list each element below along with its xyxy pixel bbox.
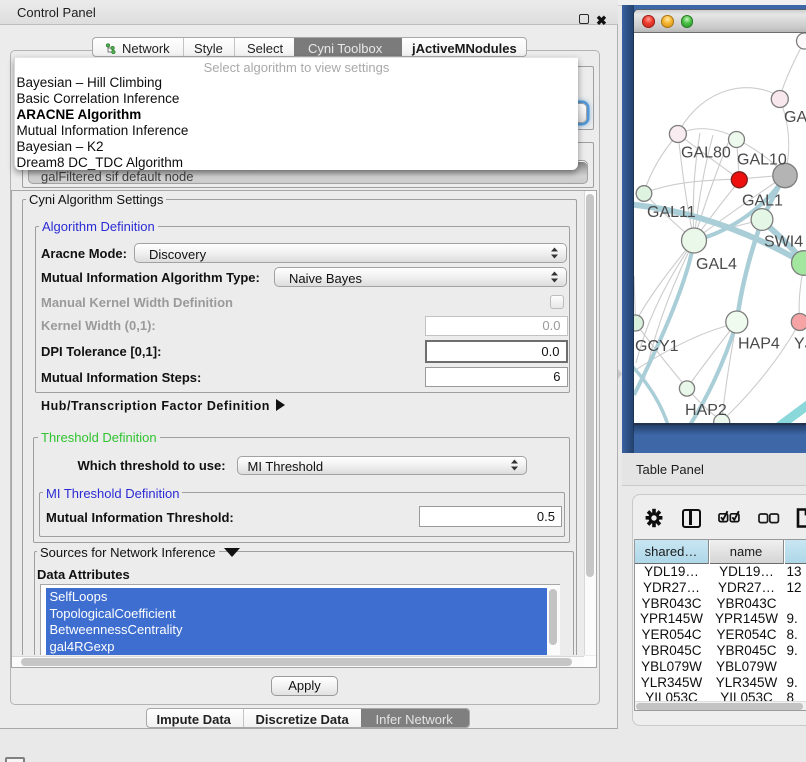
svg-text:GAL11: GAL11 (647, 204, 696, 221)
svg-text:GCY1: GCY1 (635, 338, 679, 355)
svg-text:HAP4: HAP4 (738, 335, 780, 352)
svg-text:YJL: YJL (794, 335, 806, 352)
svg-text:GAL10: GAL10 (737, 151, 787, 168)
svg-text:HAP2: HAP2 (685, 402, 727, 419)
svg-text:GAL7: GAL7 (784, 109, 806, 126)
svg-text:SWI4: SWI4 (764, 233, 803, 250)
svg-text:GAL1: GAL1 (742, 192, 783, 209)
svg-text:GAL80: GAL80 (681, 144, 731, 161)
svg-text:GAL4: GAL4 (696, 256, 737, 273)
